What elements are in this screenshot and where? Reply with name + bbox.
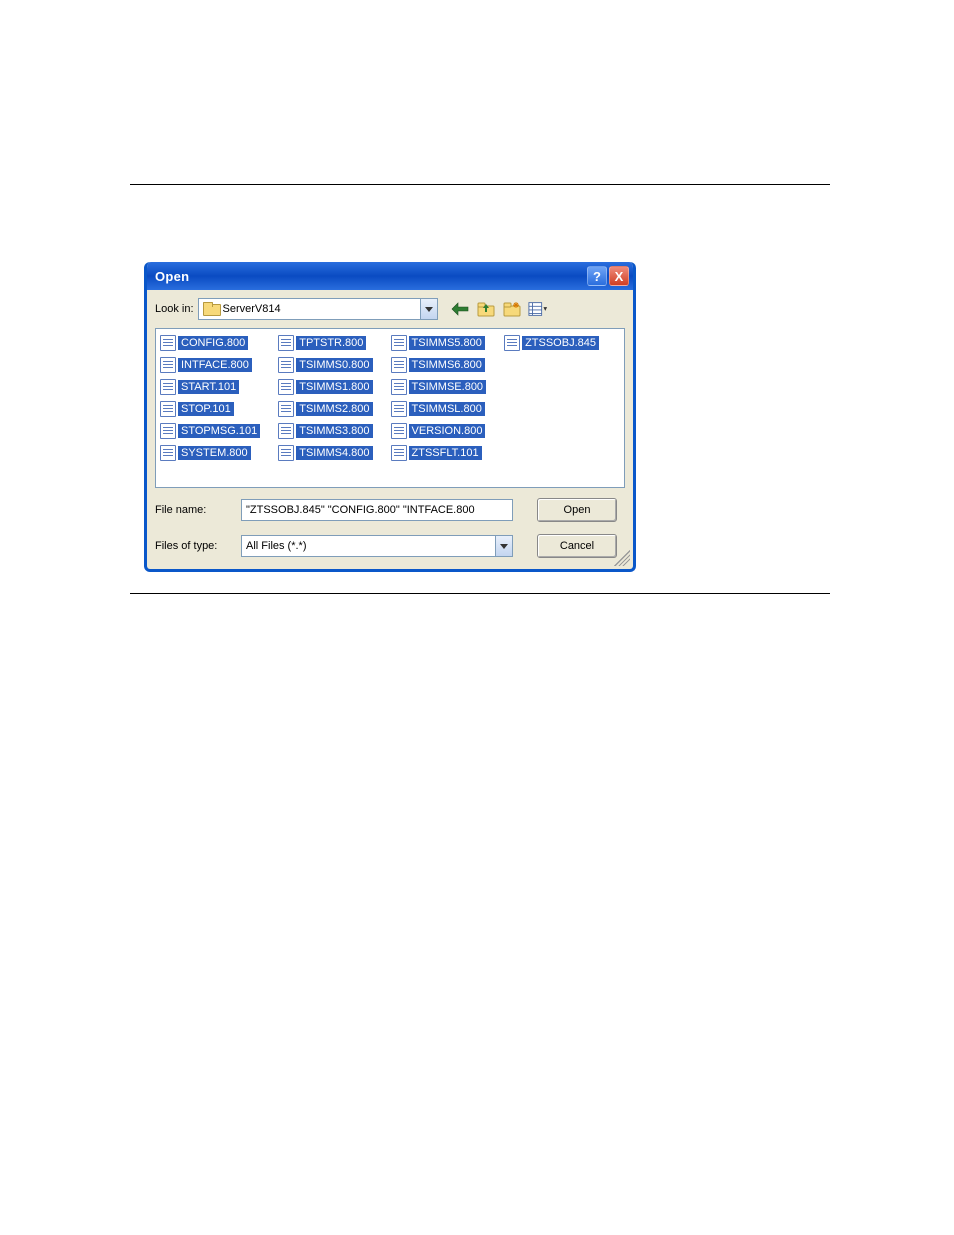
file-item[interactable]: TSIMMS3.800 [278, 421, 372, 441]
chevron-down-icon [425, 307, 433, 312]
file-item[interactable]: STOPMSG.101 [160, 421, 260, 441]
help-button[interactable]: ? [587, 266, 607, 286]
divider-bottom [130, 593, 830, 594]
up-one-level-button[interactable] [476, 299, 496, 319]
lookin-toolbar: Look in: ServerV814 [147, 290, 633, 328]
resize-grip[interactable] [614, 550, 630, 566]
filetype-value: All Files (*.*) [246, 540, 307, 552]
filetype-label: Files of type: [155, 540, 231, 552]
file-label: TPTSTR.800 [296, 336, 366, 350]
file-column: TSIMMS5.800 TSIMMS6.800 TSIMMSE.800 TSIM… [391, 333, 487, 463]
lookin-label: Look in: [155, 303, 194, 315]
file-icon [278, 357, 294, 373]
file-icon [160, 423, 176, 439]
file-item[interactable]: ZTSSOBJ.845 [504, 333, 599, 353]
filetype-dropdown-button[interactable] [495, 536, 512, 556]
back-button[interactable] [450, 299, 470, 319]
file-column: TPTSTR.800 TSIMMS0.800 TSIMMS1.800 TSIMM… [278, 333, 372, 463]
filetype-select[interactable]: All Files (*.*) [241, 535, 513, 557]
file-column: CONFIG.800 INTFACE.800 START.101 STOP.10… [160, 333, 260, 463]
up-folder-icon [477, 301, 495, 317]
file-icon [160, 357, 176, 373]
file-item[interactable]: TPTSTR.800 [278, 333, 372, 353]
file-icon [160, 445, 176, 461]
file-label: ZTSSFLT.101 [409, 446, 482, 460]
file-icon [391, 357, 407, 373]
new-folder-icon [503, 301, 521, 317]
file-label: STOPMSG.101 [178, 424, 260, 438]
divider-top [130, 184, 830, 185]
filename-label: File name: [155, 504, 231, 516]
chevron-down-icon [500, 544, 508, 549]
file-label: TSIMMS2.800 [296, 402, 372, 416]
file-icon [278, 335, 294, 351]
file-label: ZTSSOBJ.845 [522, 336, 599, 350]
file-column: ZTSSOBJ.845 [504, 333, 599, 463]
file-item[interactable]: TSIMMS4.800 [278, 443, 372, 463]
file-label: TSIMMS1.800 [296, 380, 372, 394]
file-item[interactable]: ZTSSFLT.101 [391, 443, 487, 463]
file-label: TSIMMS5.800 [409, 336, 485, 350]
file-item[interactable]: TSIMMS1.800 [278, 377, 372, 397]
file-label: TSIMMSL.800 [409, 402, 485, 416]
file-icon [278, 423, 294, 439]
filename-input[interactable] [241, 499, 513, 521]
file-label: STOP.101 [178, 402, 234, 416]
file-item[interactable]: SYSTEM.800 [160, 443, 260, 463]
file-label: SYSTEM.800 [178, 446, 251, 460]
file-icon [391, 423, 407, 439]
lookin-value: ServerV814 [223, 303, 281, 315]
file-icon [160, 379, 176, 395]
file-item[interactable]: TSIMMS5.800 [391, 333, 487, 353]
open-button[interactable]: Open [537, 498, 617, 522]
file-label: INTFACE.800 [178, 358, 252, 372]
file-icon [278, 379, 294, 395]
file-icon [278, 401, 294, 417]
cancel-button[interactable]: Cancel [537, 534, 617, 558]
file-icon [504, 335, 520, 351]
lookin-select[interactable]: ServerV814 [198, 298, 438, 320]
file-item[interactable]: TSIMMS2.800 [278, 399, 372, 419]
file-label: CONFIG.800 [178, 336, 248, 350]
file-label: START.101 [178, 380, 239, 394]
file-item[interactable]: TSIMMS6.800 [391, 355, 487, 375]
folder-icon [203, 302, 219, 316]
new-folder-button[interactable] [502, 299, 522, 319]
file-icon [391, 379, 407, 395]
file-item[interactable]: TSIMMSE.800 [391, 377, 487, 397]
file-label: TSIMMS4.800 [296, 446, 372, 460]
file-icon [391, 445, 407, 461]
lookin-dropdown-button[interactable] [420, 299, 437, 319]
file-label: VERSION.800 [409, 424, 486, 438]
file-label: TSIMMS0.800 [296, 358, 372, 372]
views-button[interactable] [528, 299, 548, 319]
file-item[interactable]: TSIMMSL.800 [391, 399, 487, 419]
file-list[interactable]: CONFIG.800 INTFACE.800 START.101 STOP.10… [155, 328, 625, 488]
file-icon [391, 335, 407, 351]
file-label: TSIMMS3.800 [296, 424, 372, 438]
file-label: TSIMMS6.800 [409, 358, 485, 372]
titlebar: Open ? X [147, 262, 633, 290]
file-icon [391, 401, 407, 417]
file-item[interactable]: INTFACE.800 [160, 355, 260, 375]
file-item[interactable]: CONFIG.800 [160, 333, 260, 353]
file-icon [160, 335, 176, 351]
file-item[interactable]: START.101 [160, 377, 260, 397]
file-label: TSIMMSE.800 [409, 380, 487, 394]
file-icon [278, 445, 294, 461]
file-item[interactable]: VERSION.800 [391, 421, 487, 441]
arrow-left-icon [451, 302, 469, 316]
views-icon [528, 301, 548, 317]
file-item[interactable]: TSIMMS0.800 [278, 355, 372, 375]
close-button[interactable]: X [609, 266, 629, 286]
file-icon [160, 401, 176, 417]
dialog-title: Open [155, 269, 189, 284]
file-item[interactable]: STOP.101 [160, 399, 260, 419]
open-dialog: Open ? X Look in: ServerV814 [144, 262, 636, 572]
